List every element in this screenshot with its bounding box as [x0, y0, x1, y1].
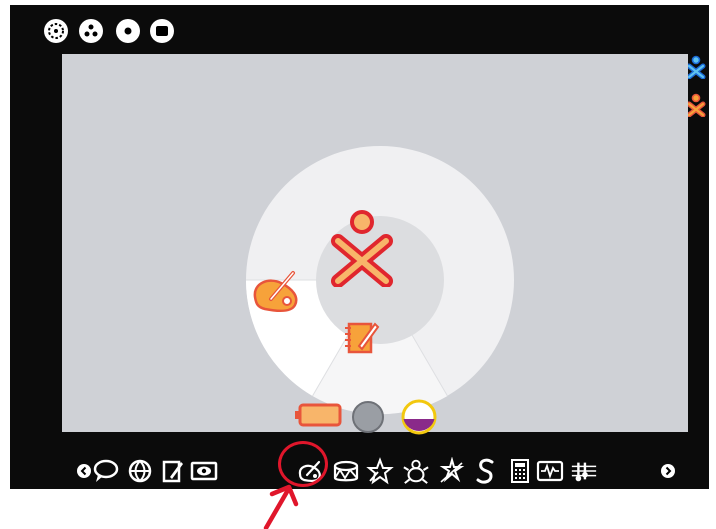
tamtam-activity-icon[interactable]: [332, 457, 360, 485]
activity-view-icon[interactable]: [150, 19, 174, 43]
buddy-icon-blue[interactable]: [685, 55, 707, 79]
etoys-activity-icon[interactable]: [402, 457, 430, 485]
tamtam-edit-activity-icon[interactable]: [570, 457, 598, 485]
buddy-icon-orange[interactable]: [685, 93, 707, 117]
write-activity-icon[interactable]: [158, 457, 186, 485]
calculate-activity-icon[interactable]: [506, 457, 534, 485]
home-view-icon[interactable]: [116, 19, 140, 43]
sugar-frame: [10, 5, 709, 489]
neighborhood-view-icon[interactable]: [44, 19, 68, 43]
network-icon[interactable]: [350, 399, 386, 435]
turtleart-activity-icon[interactable]: [366, 457, 394, 485]
xo-owner-icon[interactable]: [328, 207, 396, 287]
battery-icon[interactable]: [294, 401, 344, 427]
paint-activity-icon[interactable]: [249, 267, 309, 315]
memorize-activity-icon[interactable]: [438, 457, 466, 485]
chat-activity-icon[interactable]: [92, 457, 120, 485]
frame-bar: [70, 457, 690, 493]
write-activity-icon[interactable]: [341, 318, 381, 358]
measure-activity-icon[interactable]: [536, 457, 564, 485]
group-view-icon[interactable]: [79, 19, 103, 43]
scroll-right-icon[interactable]: [654, 457, 682, 485]
pippy-activity-icon[interactable]: [472, 457, 500, 485]
annotation-arrow: [263, 484, 299, 529]
browse-activity-icon[interactable]: [126, 457, 154, 485]
record-activity-icon[interactable]: [190, 457, 218, 485]
disk-usage-icon[interactable]: [399, 397, 439, 437]
